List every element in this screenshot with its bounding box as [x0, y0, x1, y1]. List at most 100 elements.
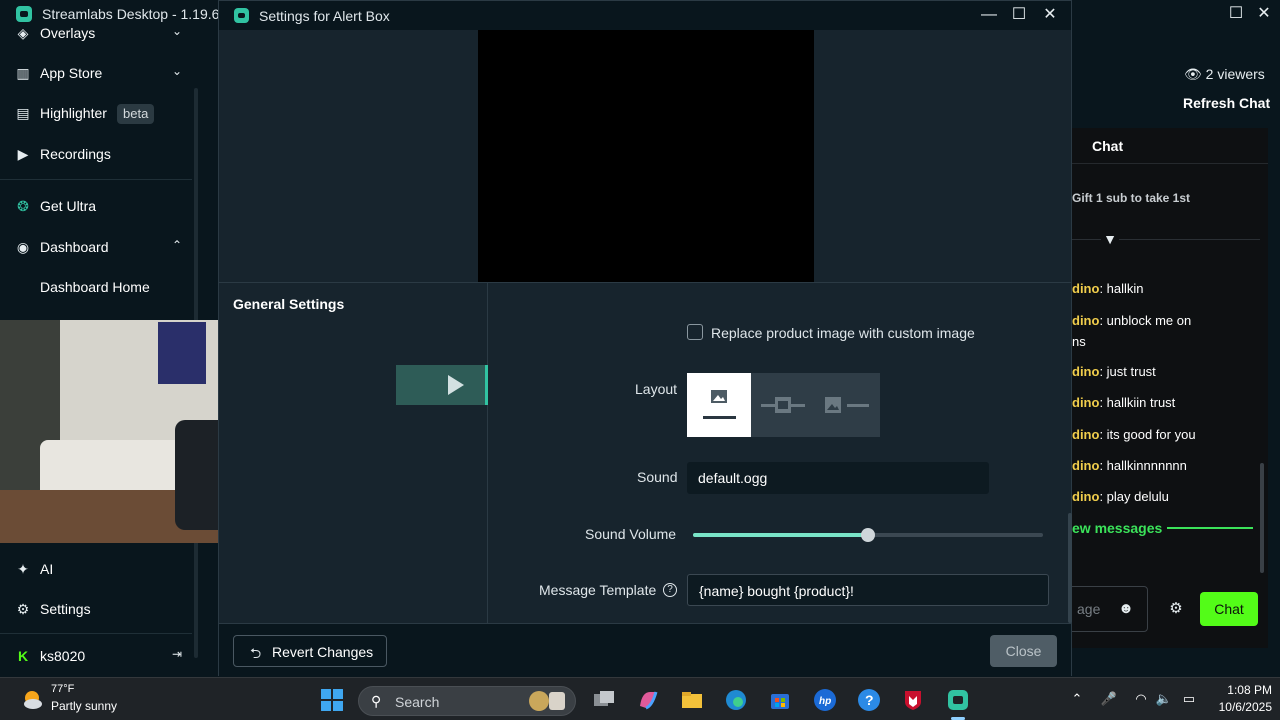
sidebar-item-app-store[interactable]: ▥ App Store ⌄ — [0, 57, 196, 89]
sidebar-item-highlighter[interactable]: ▤ Highlighter — [0, 97, 196, 129]
settings-nav: General Settings — [219, 283, 488, 623]
collapse-icon[interactable]: ▼ — [1101, 231, 1119, 247]
volume-icon[interactable]: 🔈 — [1155, 690, 1173, 708]
sidebar-item-dashboard[interactable]: ◉ Dashboard ⌃ — [0, 231, 196, 263]
chevron-down-icon[interactable]: ⌄ — [172, 24, 182, 38]
dialog-minimize-button[interactable]: — — [978, 4, 1000, 26]
search-placeholder: Search — [395, 694, 440, 710]
chat-username[interactable]: dino — [1072, 458, 1099, 473]
ultra-icon: ❂ — [17, 198, 29, 214]
microphone-icon[interactable]: 🎤 — [1100, 690, 1118, 708]
chat-text: : play delulu — [1099, 489, 1169, 504]
chat-settings-gear-icon[interactable]: ⚙ — [1166, 599, 1186, 619]
message-template-label: Message Template — [539, 582, 657, 598]
hp-icon[interactable]: hp — [813, 688, 837, 712]
sound-label: Sound — [637, 469, 678, 485]
sidebar-item-label: Dashboard — [40, 239, 109, 255]
play-preview-button[interactable] — [396, 365, 488, 405]
chat-message-input[interactable]: age ☻ — [1064, 586, 1148, 632]
new-messages-line — [1167, 527, 1253, 529]
windows-taskbar: 77°F Partly sunny ⚲ Search hp ? ⌃ 🎤 ◠ 🔈 … — [0, 677, 1280, 720]
sparkle-icon: ✦ — [17, 561, 29, 577]
help-app-icon[interactable]: ? — [857, 688, 881, 712]
slider-handle[interactable] — [861, 528, 875, 542]
chat-send-button[interactable]: Chat — [1200, 592, 1258, 626]
help-icon[interactable]: ? — [663, 583, 677, 597]
custom-image-checkbox-label[interactable]: Replace product image with custom image — [711, 325, 975, 341]
play-icon — [448, 375, 464, 395]
new-messages-indicator[interactable]: ew messages — [1072, 520, 1162, 536]
dialog-close-button[interactable]: ✕ — [1039, 4, 1061, 26]
sidebar-item-dashboard-home[interactable]: Dashboard Home — [0, 271, 196, 303]
dialog-title: Settings for Alert Box — [259, 8, 390, 24]
chat-text: : hallkin — [1099, 281, 1144, 296]
chat-message: dino: unblock me on — [1072, 313, 1191, 328]
chevron-down-icon[interactable]: ⌄ — [172, 64, 182, 78]
chat-panel: Chat Gift 1 sub to take 1st ▼ dino: hall… — [1064, 128, 1268, 648]
svg-text:hp: hp — [819, 696, 831, 707]
beta-badge: beta — [117, 104, 155, 124]
sidebar-item-recordings[interactable]: ▶ Recordings — [0, 138, 196, 170]
emoji-icon[interactable]: ☻ — [1117, 600, 1135, 618]
chat-username[interactable]: dino — [1072, 427, 1099, 442]
layout-banner-icon — [761, 397, 805, 413]
chat-scrollbar[interactable] — [1260, 463, 1264, 573]
refresh-chat-button[interactable]: Refresh Chat — [1183, 95, 1270, 111]
show-hidden-icons-chevron-icon[interactable]: ⌃ — [1068, 690, 1086, 708]
message-template-input[interactable]: {name} bought {product}! — [687, 574, 1049, 606]
taskbar-search[interactable]: ⚲ Search — [358, 686, 576, 716]
edge-browser-icon[interactable] — [724, 688, 748, 712]
dialog-scrollbar[interactable] — [1068, 513, 1072, 623]
chat-text: : hallkinnnnnnn — [1099, 458, 1187, 473]
revert-changes-button[interactable]: ⮌ Revert Changes — [233, 635, 387, 667]
layout-option-image-left[interactable] — [815, 373, 879, 437]
sound-volume-slider[interactable] — [693, 528, 1043, 542]
battery-icon[interactable]: ▭ — [1180, 690, 1198, 708]
chat-username[interactable]: dino — [1072, 313, 1099, 328]
chat-text: : hallkiin trust — [1099, 395, 1176, 410]
task-view-icon[interactable] — [592, 688, 616, 712]
chat-title: Chat — [1092, 138, 1124, 154]
file-explorer-icon[interactable] — [680, 688, 704, 712]
custom-image-checkbox[interactable] — [687, 324, 703, 340]
chat-username[interactable]: dino — [1072, 489, 1099, 504]
play-circle-icon: ▶ — [17, 146, 29, 162]
microsoft-store-icon[interactable] — [768, 688, 792, 712]
chat-text: : its good for you — [1099, 427, 1196, 442]
copilot-icon[interactable] — [636, 688, 660, 712]
wifi-icon[interactable]: ◠ — [1132, 690, 1150, 708]
close-button[interactable]: Close — [990, 635, 1057, 667]
chat-text: : just trust — [1099, 364, 1156, 379]
layout-option-banner[interactable] — [751, 373, 815, 437]
chat-username[interactable]: dino — [1072, 281, 1099, 296]
sidebar-item-label: Overlays — [40, 25, 96, 41]
clapperboard-icon: ▤ — [16, 105, 30, 121]
dialog-maximize-button[interactable]: ☐ — [1008, 4, 1030, 26]
streamlabs-taskbar-icon[interactable] — [946, 688, 970, 712]
mcafee-icon[interactable] — [901, 688, 925, 712]
kick-icon: K — [17, 648, 29, 664]
sidebar-item-overlays[interactable]: ◈ Overlays ⌄ — [0, 17, 196, 49]
sidebar-item-settings[interactable]: ⚙ Settings — [0, 593, 196, 625]
chat-username[interactable]: dino — [1072, 364, 1099, 379]
chevron-up-icon[interactable]: ⌃ — [172, 238, 182, 252]
clock-date[interactable]: 10/6/2025 — [1208, 700, 1272, 714]
app-maximize-button[interactable]: ☐ — [1225, 3, 1247, 25]
app-close-button[interactable]: ✕ — [1253, 3, 1275, 25]
general-settings-heading[interactable]: General Settings — [233, 296, 344, 312]
windows-start-icon[interactable] — [320, 688, 344, 712]
revert-changes-label: Revert Changes — [272, 644, 374, 660]
message-template-value: {name} bought {product}! — [699, 583, 854, 599]
sidebar-item-ai[interactable]: ✦ AI — [0, 553, 196, 585]
layout-option-image-above[interactable] — [687, 373, 751, 437]
sidebar-item-get-ultra[interactable]: ❂ Get Ultra — [0, 190, 196, 222]
clock-time[interactable]: 1:08 PM — [1220, 683, 1272, 697]
chat-username[interactable]: dino — [1072, 395, 1099, 410]
sidebar-item-account[interactable]: K ks8020 ⇥ — [0, 640, 196, 672]
logout-icon[interactable]: ⇥ — [172, 647, 182, 661]
partly-sunny-icon[interactable] — [20, 687, 44, 711]
weather-description: Partly sunny — [51, 699, 118, 713]
sidebar-item-label: App Store — [40, 65, 103, 81]
sound-value: default.ogg — [698, 470, 768, 486]
sound-select[interactable]: default.ogg — [687, 462, 989, 494]
